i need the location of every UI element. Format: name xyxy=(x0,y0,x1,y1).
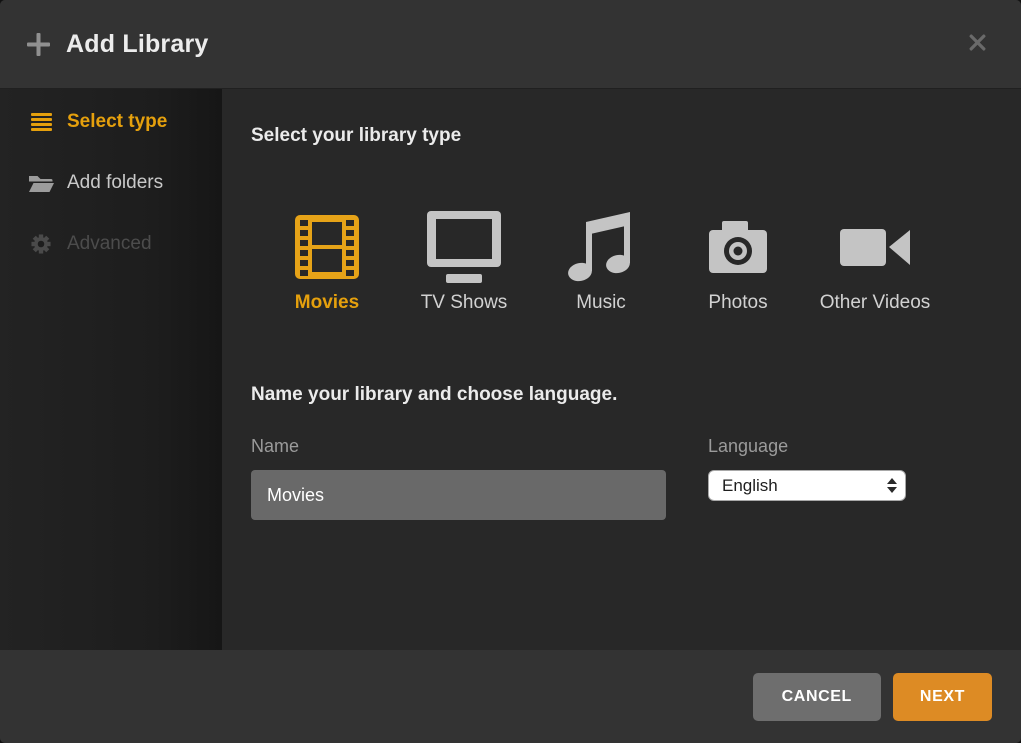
library-type-label: TV Shows xyxy=(421,291,508,315)
sidebar-item-add-folders[interactable]: Add folders xyxy=(0,152,222,213)
library-type-label: Other Videos xyxy=(820,291,931,315)
library-type-label: Movies xyxy=(295,291,359,315)
dialog-title: Add Library xyxy=(66,30,963,59)
sidebar-item-advanced: Advanced xyxy=(0,213,222,274)
camera-icon xyxy=(709,211,767,283)
close-icon xyxy=(967,32,988,56)
main-content: Select your library type Movies TV Shows… xyxy=(222,89,1021,650)
library-type-other-videos[interactable]: Other Videos xyxy=(825,211,925,315)
list-lines-icon xyxy=(28,113,54,131)
select-stepper-icon xyxy=(887,471,897,500)
plus-icon xyxy=(27,33,50,56)
add-library-dialog: Add Library Select type Add folders Adva… xyxy=(0,0,1021,743)
library-type-tv-shows[interactable]: TV Shows xyxy=(414,211,514,315)
language-select-value: English xyxy=(722,476,778,496)
name-language-heading: Name your library and choose language. xyxy=(251,384,617,406)
sidebar-item-label: Select type xyxy=(67,111,167,133)
cancel-button[interactable]: CANCEL xyxy=(753,673,881,721)
film-strip-icon xyxy=(295,211,359,283)
library-type-movies[interactable]: Movies xyxy=(277,211,377,315)
next-button[interactable]: NEXT xyxy=(893,673,992,721)
language-select[interactable]: English xyxy=(708,470,906,501)
library-type-photos[interactable]: Photos xyxy=(688,211,788,315)
library-name-input[interactable] xyxy=(251,470,666,520)
library-type-row: Movies TV Shows Music Photos xyxy=(277,211,925,315)
dialog-header: Add Library xyxy=(0,0,1021,88)
tv-icon xyxy=(427,211,501,283)
video-camera-icon xyxy=(840,211,910,283)
folder-open-icon xyxy=(28,174,54,192)
sidebar-item-label: Advanced xyxy=(67,233,152,255)
sidebar: Select type Add folders Advanced xyxy=(0,89,222,650)
sidebar-item-label: Add folders xyxy=(67,172,163,194)
music-note-icon xyxy=(568,211,634,283)
gear-icon xyxy=(28,234,54,254)
name-field-label: Name xyxy=(251,436,299,457)
dialog-footer: CANCEL NEXT xyxy=(0,650,1021,743)
library-type-label: Music xyxy=(576,291,626,315)
select-type-heading: Select your library type xyxy=(251,125,461,147)
library-type-music[interactable]: Music xyxy=(551,211,651,315)
sidebar-item-select-type[interactable]: Select type xyxy=(0,91,222,152)
close-button[interactable] xyxy=(963,28,992,60)
language-field-label: Language xyxy=(708,436,788,457)
library-type-label: Photos xyxy=(708,291,767,315)
